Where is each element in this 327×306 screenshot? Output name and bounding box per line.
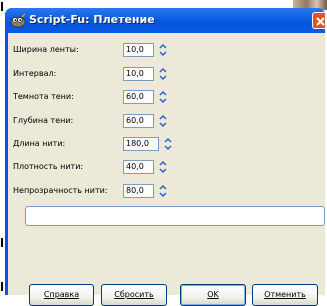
spin-arrows-icon[interactable] bbox=[158, 67, 168, 81]
help-button[interactable]: Справка bbox=[29, 284, 94, 306]
gimp-wilber-icon bbox=[10, 13, 26, 28]
progress-field bbox=[25, 206, 325, 226]
window-title: Script-Fu: Плетение bbox=[29, 13, 155, 26]
thread-length-spinbutton[interactable]: 180,0 bbox=[123, 137, 159, 151]
ribbon-width-spinbutton[interactable]: 10,0 bbox=[123, 43, 154, 57]
spin-arrows-icon[interactable] bbox=[158, 160, 168, 174]
field-label-ribbon-width: Ширина ленты: bbox=[13, 45, 79, 54]
script-fu-dialog: Script-Fu: Плетение Ширина ленты: 10,0 И… bbox=[5, 8, 325, 306]
field-label-thread-opacity: Непрозрачность нити: bbox=[13, 186, 108, 195]
field-label-interval: Интервал: bbox=[13, 69, 57, 78]
spin-arrows-icon[interactable] bbox=[158, 114, 168, 128]
spin-arrows-icon[interactable] bbox=[158, 90, 168, 104]
close-button[interactable] bbox=[312, 12, 325, 29]
field-label-shadow-darkness: Темнота тени: bbox=[13, 92, 74, 101]
background-text-fragment bbox=[0, 238, 4, 247]
background-text-fragment bbox=[0, 282, 4, 291]
ok-button[interactable]: OK bbox=[180, 284, 246, 306]
thread-opacity-spinbutton[interactable]: 80,0 bbox=[123, 184, 154, 198]
spin-arrows-icon[interactable] bbox=[158, 184, 168, 198]
background-text-fragment bbox=[0, 2, 4, 11]
reset-button[interactable]: Сбросить bbox=[101, 284, 167, 306]
field-label-thread-density: Плотность нити: bbox=[13, 162, 84, 171]
thread-density-spinbutton[interactable]: 40,0 bbox=[123, 160, 154, 174]
cancel-button[interactable]: Отменить bbox=[252, 284, 318, 306]
dialog-body: Ширина ленты: 10,0 Интервал: 10,0 Темнот… bbox=[8, 33, 325, 306]
close-icon bbox=[316, 17, 325, 26]
shadow-darkness-spinbutton[interactable]: 60,0 bbox=[123, 90, 154, 104]
spin-arrows-icon[interactable] bbox=[163, 137, 173, 151]
shadow-depth-spinbutton[interactable]: 60,0 bbox=[123, 114, 154, 128]
field-label-thread-length: Длина нити: bbox=[13, 139, 66, 148]
spin-arrows-icon[interactable] bbox=[158, 43, 168, 57]
field-label-shadow-depth: Глубина тени: bbox=[13, 116, 74, 125]
title-bar[interactable]: Script-Fu: Плетение bbox=[5, 8, 325, 33]
interval-spinbutton[interactable]: 10,0 bbox=[123, 67, 154, 81]
